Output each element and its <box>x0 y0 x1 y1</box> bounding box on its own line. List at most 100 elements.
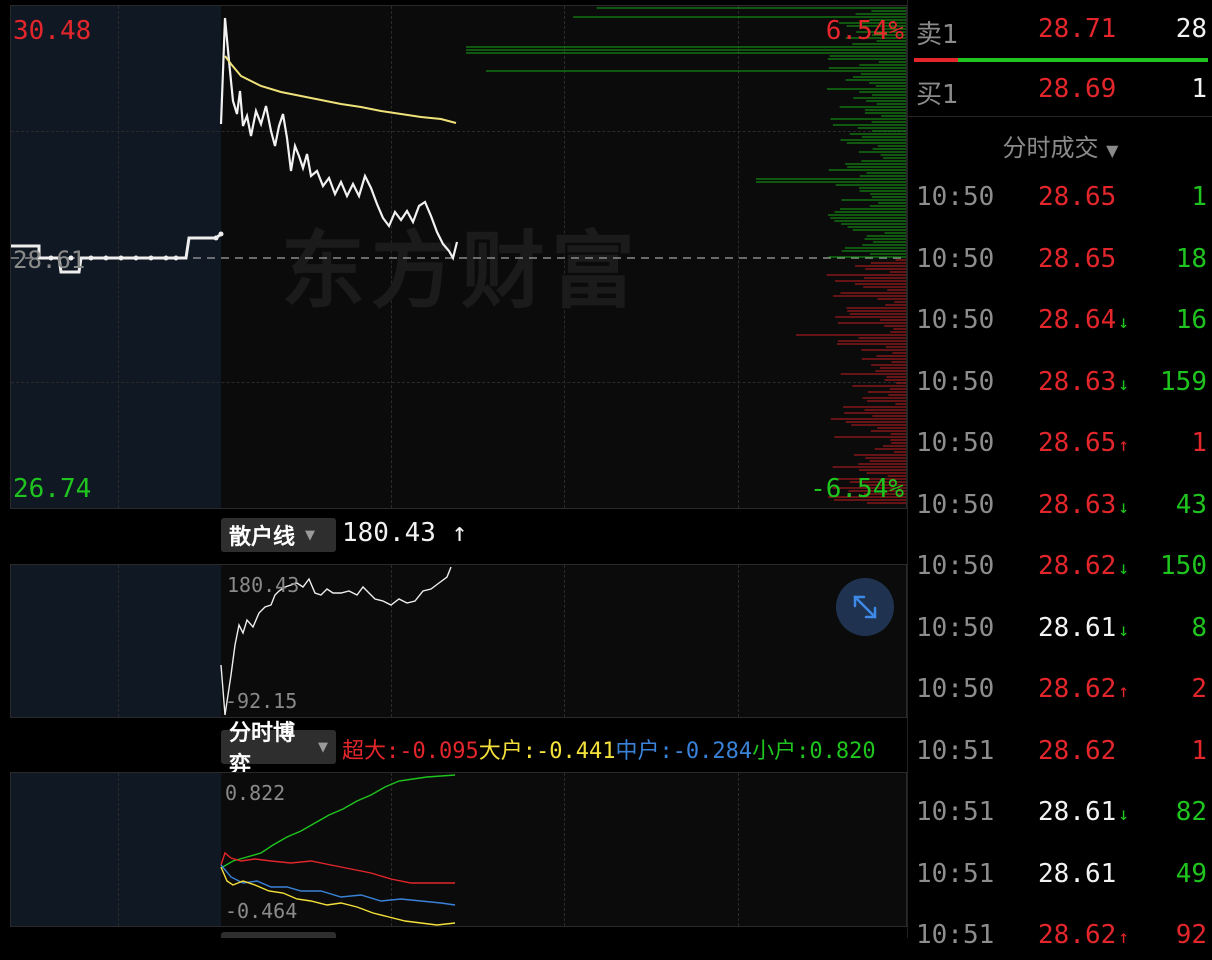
pct-high-label: 6.54% <box>825 16 904 46</box>
trade-volume: 1 <box>1191 428 1207 458</box>
trade-direction-icon: ↓ <box>1118 496 1130 518</box>
trade-price-value: 28.62 <box>1038 735 1117 766</box>
triangle-down-icon: ▼ <box>1106 141 1119 160</box>
super-large-line <box>220 851 455 884</box>
trade-row: 10:50 28.63 ↓ 43 <box>908 490 1212 530</box>
game-selector[interactable]: 分时博弈 ▼ <box>221 721 336 778</box>
trade-price: 28.64 ↓ <box>1038 305 1129 335</box>
retail-line-selector-label: 散户线 <box>229 525 296 550</box>
retail-line-selector[interactable]: 散户线 ▼ <box>221 518 336 552</box>
trade-panel: 卖1 28.71 28 买1 28.69 1 分时成交 ▼ 10:50 28.65… <box>907 0 1212 950</box>
trade-time: 10:51 <box>916 858 995 889</box>
sell-1-row[interactable]: 卖1 28.71 28 <box>908 14 1212 54</box>
trade-row: 10:50 28.63 ↓ 159 <box>908 367 1212 407</box>
trade-price-value: 28.62 <box>1038 551 1117 581</box>
trade-direction-icon: ↑ <box>1118 681 1130 702</box>
buy-1-row[interactable]: 买1 28.69 1 <box>908 74 1212 114</box>
trade-volume: 18 <box>1175 243 1207 274</box>
sell-1-label: 卖1 <box>916 20 959 50</box>
game-panel[interactable]: 0.822 -0.464 <box>10 772 907 927</box>
trade-volume: 16 <box>1175 305 1207 335</box>
trade-price-value: 28.62 <box>1038 674 1117 704</box>
buy-1-label: 买1 <box>916 80 959 110</box>
trade-price: 28.65 <box>1038 244 1118 274</box>
trade-row: 10:51 28.62 1 <box>908 736 1212 776</box>
trade-volume: 8 <box>1191 612 1207 643</box>
trade-price: 28.65 <box>1038 182 1118 212</box>
trade-direction-icon: ↓ <box>1118 312 1130 333</box>
avg-price-line <box>224 55 457 124</box>
trade-direction-icon: ↓ <box>1118 373 1130 395</box>
expand-button[interactable] <box>836 578 894 636</box>
retail-line-panel[interactable]: 180.43 -92.15 <box>10 564 907 718</box>
trade-time: 10:50 <box>916 243 995 274</box>
legend-super-large: 超大:-0.095 <box>342 739 479 764</box>
triangle-down-icon: ▼ <box>305 527 316 543</box>
price-high-label: 30.48 <box>13 16 92 46</box>
legend-large: 大户:-0.441 <box>478 739 616 764</box>
trade-price-value: 28.65 <box>1038 428 1117 458</box>
trade-volume: 92 <box>1175 920 1207 950</box>
buy-1-price: 28.69 <box>1038 74 1117 104</box>
trades-header[interactable]: 分时成交 ▼ <box>908 128 1212 163</box>
sell-1-price: 28.71 <box>1038 14 1117 44</box>
up-arrow-icon: ↑ <box>451 518 468 548</box>
divider <box>908 116 1212 117</box>
trade-row: 10:50 28.64 ↓ 16 <box>908 305 1212 345</box>
trade-row: 10:50 28.65 ↑ 1 <box>908 428 1212 468</box>
trade-volume: 82 <box>1175 797 1207 827</box>
trade-direction-icon: ↓ <box>1118 619 1130 641</box>
game-svg <box>220 774 456 926</box>
trade-price-value: 28.61 <box>1038 797 1117 827</box>
trade-price-value: 28.64 <box>1038 305 1117 335</box>
trade-price-value: 28.62 <box>1038 920 1117 950</box>
price-chart-panel[interactable]: 东方财富 30.48 26.74 28.61 6.54% -6.54% <box>10 5 908 509</box>
prev-close-label: 28.61 <box>13 246 86 274</box>
trade-volume: 150 <box>1160 551 1207 581</box>
trade-volume: 2 <box>1191 674 1207 704</box>
trade-time: 10:50 <box>916 674 995 704</box>
trade-price: 28.62 ↑ <box>1038 920 1129 950</box>
trade-price-value: 28.63 <box>1038 489 1117 520</box>
trade-price: 28.61 <box>1038 859 1118 889</box>
game-selector-label: 分时博弈 <box>229 721 296 778</box>
trade-price-value: 28.63 <box>1038 366 1117 397</box>
trade-direction-icon: ↑ <box>1118 435 1130 456</box>
trade-time: 10:50 <box>916 182 995 212</box>
trade-time: 10:51 <box>916 735 995 766</box>
trade-volume: 1 <box>1191 735 1207 766</box>
trade-time: 10:50 <box>916 612 995 643</box>
bid-ask-ratio-bar <box>914 58 1208 62</box>
expand-arrows-icon <box>853 595 877 619</box>
next-selector-stub[interactable] <box>221 932 336 938</box>
trade-price: 28.62 ↑ <box>1038 674 1129 704</box>
trade-price: 28.63 ↓ <box>1038 490 1129 520</box>
trade-price: 28.63 ↓ <box>1038 367 1129 397</box>
trade-row: 10:50 28.61 ↓ 8 <box>908 613 1212 653</box>
trade-time: 10:50 <box>916 366 995 397</box>
depth-bars <box>466 7 906 504</box>
trade-volume: 1 <box>1191 182 1207 212</box>
game-legend: 超大:-0.095大户:-0.441中户:-0.284小户:0.820 <box>342 733 876 765</box>
retail-line-value: 180.43 ↑ <box>342 518 467 548</box>
trade-direction-icon: ↓ <box>1118 804 1130 825</box>
game-axis-low: -0.464 <box>225 899 298 923</box>
trade-price: 28.62 <box>1038 736 1118 766</box>
retail-axis-low: -92.15 <box>225 689 298 713</box>
trade-time: 10:50 <box>916 551 995 581</box>
legend-medium: 中户:-0.284 <box>615 739 753 764</box>
retail-line-svg <box>220 566 452 716</box>
trade-time: 10:51 <box>916 797 995 827</box>
trade-time: 10:50 <box>916 305 995 335</box>
retail-axis-high: 180.43 <box>227 573 300 597</box>
trade-row: 10:51 28.61 49 <box>908 859 1212 899</box>
trade-row: 10:51 28.61 ↓ 82 <box>908 797 1212 837</box>
trades-title: 分时成交 <box>1002 134 1099 162</box>
game-axis-high: 0.822 <box>225 781 286 805</box>
trade-row: 10:50 28.65 1 <box>908 182 1212 222</box>
price-low-label: 26.74 <box>13 474 92 504</box>
retail-line-value-text: 180.43 <box>342 518 436 548</box>
sell-1-volume: 28 <box>1175 14 1207 44</box>
trade-direction-icon: ↓ <box>1118 558 1130 579</box>
trade-row: 10:50 28.62 ↓ 150 <box>908 551 1212 591</box>
